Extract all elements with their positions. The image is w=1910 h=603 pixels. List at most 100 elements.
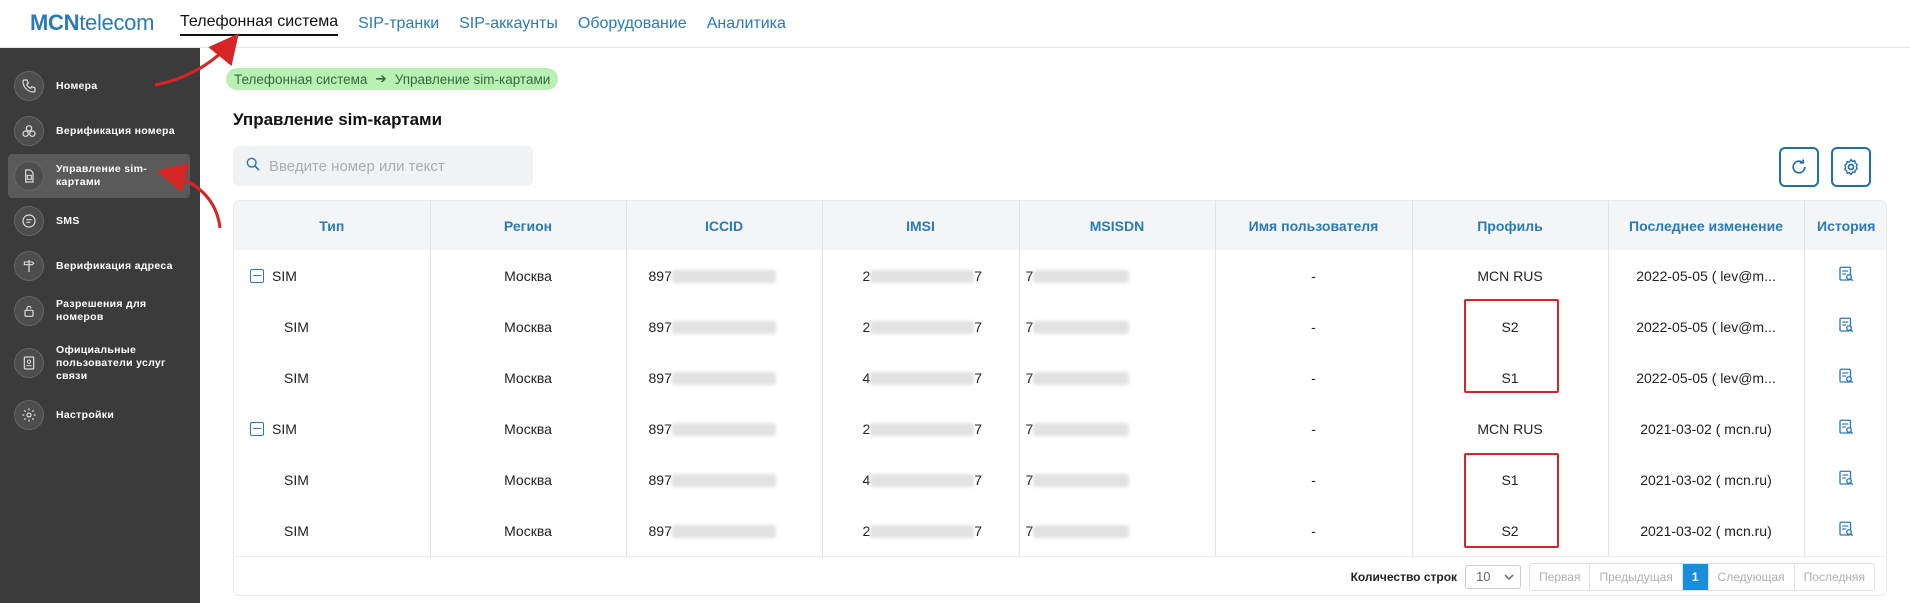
- redacted-iccid: [671, 372, 776, 386]
- column-msisdn[interactable]: MSISDN: [1019, 201, 1216, 250]
- cell-msisdn: 7: [1019, 454, 1216, 505]
- nav-sip-accounts[interactable]: SIP-аккаунты: [459, 0, 558, 48]
- history-icon[interactable]: [1837, 316, 1855, 334]
- cell-imsi: 27: [822, 403, 1020, 454]
- page-title: Управление sim-картами: [233, 110, 443, 129]
- column-region[interactable]: Регион: [430, 201, 627, 250]
- table-row[interactable]: SIM Москва 897 2 7 7- S2 2021-03-02 ( mcn.ru): [234, 505, 1886, 556]
- cell-imsi: 27: [822, 301, 1020, 352]
- breadcrumb-arrow-icon: ➔: [375, 71, 387, 86]
- cell-msisdn: 7: [1019, 505, 1216, 556]
- history-icon[interactable]: [1837, 265, 1855, 283]
- table-row[interactable]: SIM Москва 897 2 7 7- S2 2022-05-05 ( lev@m...: [234, 301, 1886, 352]
- page-current-button[interactable]: 1: [1682, 563, 1709, 590]
- table-row[interactable]: SIM Москва 897 4 7 7- S1 2021-03-02 ( mcn.ru): [234, 454, 1886, 505]
- cell-region: Москва: [430, 403, 627, 454]
- pagination: Первая Предыдущая 1 Следующая Последняя: [1529, 562, 1875, 591]
- cell-msisdn: 7: [1019, 250, 1216, 301]
- search-input[interactable]: [269, 157, 519, 175]
- settings-button[interactable]: [1831, 147, 1871, 187]
- sms-icon: [14, 206, 44, 236]
- cell-type: SIM: [234, 505, 431, 556]
- table-row[interactable]: SIM Москва 897 2 7 7- MCN RUS 2021-03-02 ( mcn.…: [234, 403, 1886, 454]
- column-last-change[interactable]: Последнее изменение: [1608, 201, 1805, 250]
- nav-telephony[interactable]: Телефонная система: [180, 0, 339, 48]
- page-first-button[interactable]: Первая: [1530, 563, 1591, 590]
- cell-region: Москва: [430, 352, 627, 403]
- redacted-imsi: [870, 525, 975, 539]
- cell-profile: MCN RUS: [1412, 250, 1609, 301]
- table-footer: Количество строк 10 Первая Предыдущая 1 …: [233, 556, 1887, 596]
- redacted-msisdn: [1033, 321, 1130, 335]
- column-profile[interactable]: Профиль: [1412, 201, 1609, 250]
- history-icon[interactable]: [1837, 520, 1855, 538]
- sidebar-item-official-users[interactable]: Официальные пользователи услуг связи: [8, 334, 190, 392]
- sidebar-item-sms[interactable]: SMS: [8, 199, 190, 243]
- cell-type: SIM: [234, 352, 431, 403]
- chevron-down-icon: [1504, 573, 1514, 580]
- cell-msisdn: 7: [1019, 352, 1216, 403]
- table-row[interactable]: SIM Москва 897 4 7 7- S1 2022-05-05 ( lev@m...: [234, 352, 1886, 403]
- refresh-icon: [1792, 159, 1806, 174]
- history-icon[interactable]: [1837, 418, 1855, 436]
- column-iccid[interactable]: ICCID: [626, 201, 823, 250]
- sidebar-item-address-verification[interactable]: Верификация адреса: [8, 244, 190, 288]
- refresh-button[interactable]: [1779, 147, 1819, 187]
- history-icon[interactable]: [1837, 469, 1855, 487]
- cell-username: -: [1215, 403, 1413, 454]
- sim-table: Тип Регион ICCID IMSI MSISDN Имя пользов…: [233, 200, 1887, 596]
- column-type[interactable]: Тип: [234, 201, 431, 250]
- sidebar: Номера Верификация номера Управление sim…: [0, 48, 200, 603]
- cell-username: -: [1215, 505, 1413, 556]
- redacted-iccid: [671, 525, 776, 539]
- sidebar-item-sim-management[interactable]: Управление sim-картами: [8, 154, 190, 198]
- breadcrumb: Телефонная система ➔ Управление sim-карт…: [226, 68, 559, 90]
- table-row[interactable]: SIM Москва 897 2 7 7- MCN RUS 2022-05-05 ( lev@…: [234, 250, 1886, 301]
- page-next-button[interactable]: Следующая: [1708, 563, 1795, 590]
- cell-type: SIM: [234, 301, 431, 352]
- cell-iccid: 897: [626, 352, 823, 403]
- nav-sip-trunks[interactable]: SIP-транки: [358, 0, 439, 48]
- cell-last-change: 2022-05-05 ( lev@m...: [1608, 352, 1805, 403]
- nav-equipment[interactable]: Оборудование: [578, 0, 687, 48]
- cell-iccid: 897: [626, 301, 823, 352]
- cell-last-change: 2021-03-02 ( mcn.ru): [1608, 454, 1805, 505]
- cell-iccid: 897: [626, 505, 823, 556]
- cell-username: -: [1215, 250, 1413, 301]
- cell-last-change: 2021-03-02 ( mcn.ru): [1608, 403, 1805, 454]
- signpost-icon: [14, 251, 44, 281]
- sidebar-item-number-permissions[interactable]: Разрешения для номеров: [8, 289, 190, 333]
- redacted-imsi: [870, 270, 975, 284]
- cell-region: Москва: [430, 301, 627, 352]
- cell-last-change: 2022-05-05 ( lev@m...: [1608, 301, 1805, 352]
- cell-history: [1804, 352, 1886, 403]
- redacted-msisdn: [1033, 474, 1130, 488]
- collapse-icon[interactable]: [250, 421, 264, 436]
- search-box: [233, 146, 533, 186]
- nav-analytics[interactable]: Аналитика: [707, 0, 786, 48]
- sidebar-item-number-verification[interactable]: Верификация номера: [8, 109, 190, 153]
- cell-history: [1804, 250, 1886, 301]
- collapse-icon[interactable]: [250, 268, 264, 283]
- rows-per-page-select[interactable]: 10: [1465, 564, 1522, 589]
- redacted-msisdn: [1033, 372, 1130, 386]
- cell-profile: MCN RUS: [1412, 403, 1609, 454]
- redacted-msisdn: [1033, 270, 1130, 284]
- redacted-iccid: [671, 423, 776, 437]
- page-prev-button[interactable]: Предыдущая: [1590, 563, 1683, 590]
- page-last-button[interactable]: Последняя: [1794, 563, 1874, 590]
- sidebar-item-numbers[interactable]: Номера: [8, 64, 190, 108]
- sidebar-item-settings[interactable]: Настройки: [8, 393, 190, 437]
- history-icon[interactable]: [1837, 367, 1855, 385]
- cell-history: [1804, 301, 1886, 352]
- logo[interactable]: MCNtelecom: [30, 10, 154, 36]
- rows-per-page-label: Количество строк: [1350, 569, 1458, 584]
- column-history[interactable]: История: [1804, 201, 1886, 250]
- cell-imsi: 47: [822, 352, 1020, 403]
- rows-per-page-value: 10: [1476, 569, 1491, 584]
- column-username[interactable]: Имя пользователя: [1215, 201, 1413, 250]
- cell-history: [1804, 454, 1886, 505]
- column-imsi[interactable]: IMSI: [822, 201, 1020, 250]
- breadcrumb-parent[interactable]: Телефонная система: [234, 72, 367, 87]
- cell-iccid: 897: [626, 454, 823, 505]
